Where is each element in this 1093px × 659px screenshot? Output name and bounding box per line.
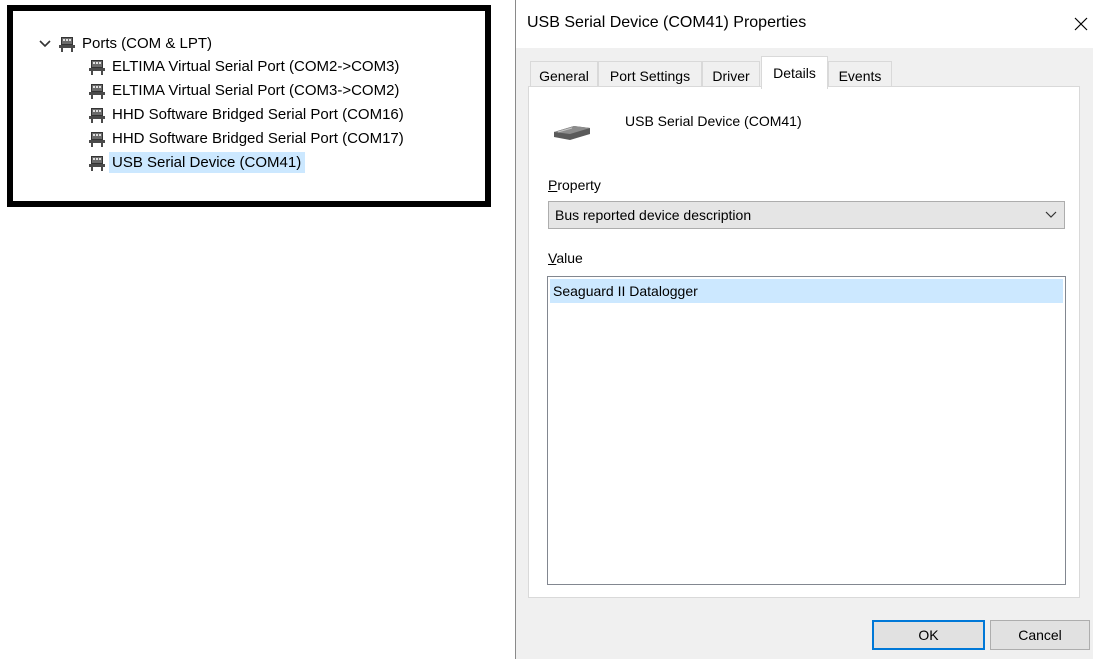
port-icon [89, 83, 105, 99]
tab-label: General [539, 67, 589, 84]
tree-item-label: HHD Software Bridged Serial Port (COM16) [112, 106, 404, 123]
tree-item[interactable]: ELTIMA Virtual Serial Port (COM3->COM2) [89, 79, 403, 102]
tab-driver[interactable]: Driver [702, 61, 760, 89]
tree-item[interactable]: HHD Software Bridged Serial Port (COM17) [89, 127, 408, 150]
tab-label: Events [838, 67, 882, 84]
chevron-down-icon [1045, 211, 1057, 218]
value-label-text: alue [556, 250, 583, 266]
properties-dialog: USB Serial Device (COM41) Properties Gen… [516, 0, 1093, 659]
port-icon [89, 59, 105, 75]
tab-details[interactable]: Details [761, 56, 828, 89]
property-label: Property [548, 177, 601, 193]
close-button[interactable] [1068, 10, 1093, 38]
device-manager-tree: Ports (COM & LPT) ELTIMA Virtual Serial … [8, 6, 490, 206]
port-icon [89, 107, 105, 123]
device-name: USB Serial Device (COM41) [625, 113, 802, 129]
tab-label: Port Settings [609, 67, 691, 84]
tree-item-selected[interactable]: USB Serial Device (COM41) [89, 151, 306, 174]
close-icon [1074, 17, 1087, 31]
value-listbox[interactable]: Seaguard II Datalogger [547, 276, 1066, 585]
list-item[interactable]: Seaguard II Datalogger [550, 279, 1063, 303]
port-icon [89, 131, 105, 147]
tree-item-label: ELTIMA Virtual Serial Port (COM2->COM3) [112, 58, 400, 75]
tab-events[interactable]: Events [828, 61, 892, 89]
ok-button[interactable]: OK [872, 620, 985, 650]
tab-port-settings[interactable]: Port Settings [598, 61, 702, 89]
tab-general[interactable]: General [530, 61, 598, 89]
dialog-title: USB Serial Device (COM41) Properties [527, 14, 807, 31]
ok-button-label: OK [918, 627, 939, 643]
chevron-down-icon[interactable] [37, 36, 53, 52]
tree-item[interactable]: HHD Software Bridged Serial Port (COM16) [89, 103, 408, 126]
tree-item-label: ELTIMA Virtual Serial Port (COM3->COM2) [112, 82, 400, 99]
property-label-text: roperty [557, 177, 601, 193]
tree-category-label: Ports (COM & LPT) [82, 35, 213, 52]
tab-label: Driver [712, 67, 750, 84]
cancel-button-label: Cancel [1018, 627, 1062, 643]
cancel-button[interactable]: Cancel [990, 620, 1090, 650]
property-label-accelerator: P [548, 177, 558, 193]
tree-item-label: HHD Software Bridged Serial Port (COM17) [112, 130, 404, 147]
port-icon [59, 36, 75, 52]
tab-label: Details [773, 65, 816, 81]
value-label: Value [548, 250, 583, 266]
port-icon [89, 155, 105, 171]
usb-serial-device-icon [554, 126, 590, 140]
title-bar[interactable]: USB Serial Device (COM41) Properties [516, 0, 1093, 48]
property-dropdown[interactable]: Bus reported device description [548, 201, 1065, 229]
property-selected-value: Bus reported device description [555, 207, 752, 223]
tree-category-ports[interactable]: Ports (COM & LPT) [37, 32, 216, 55]
tree-item-label: USB Serial Device (COM41) [109, 152, 306, 173]
tree-item[interactable]: ELTIMA Virtual Serial Port (COM2->COM3) [89, 55, 403, 78]
